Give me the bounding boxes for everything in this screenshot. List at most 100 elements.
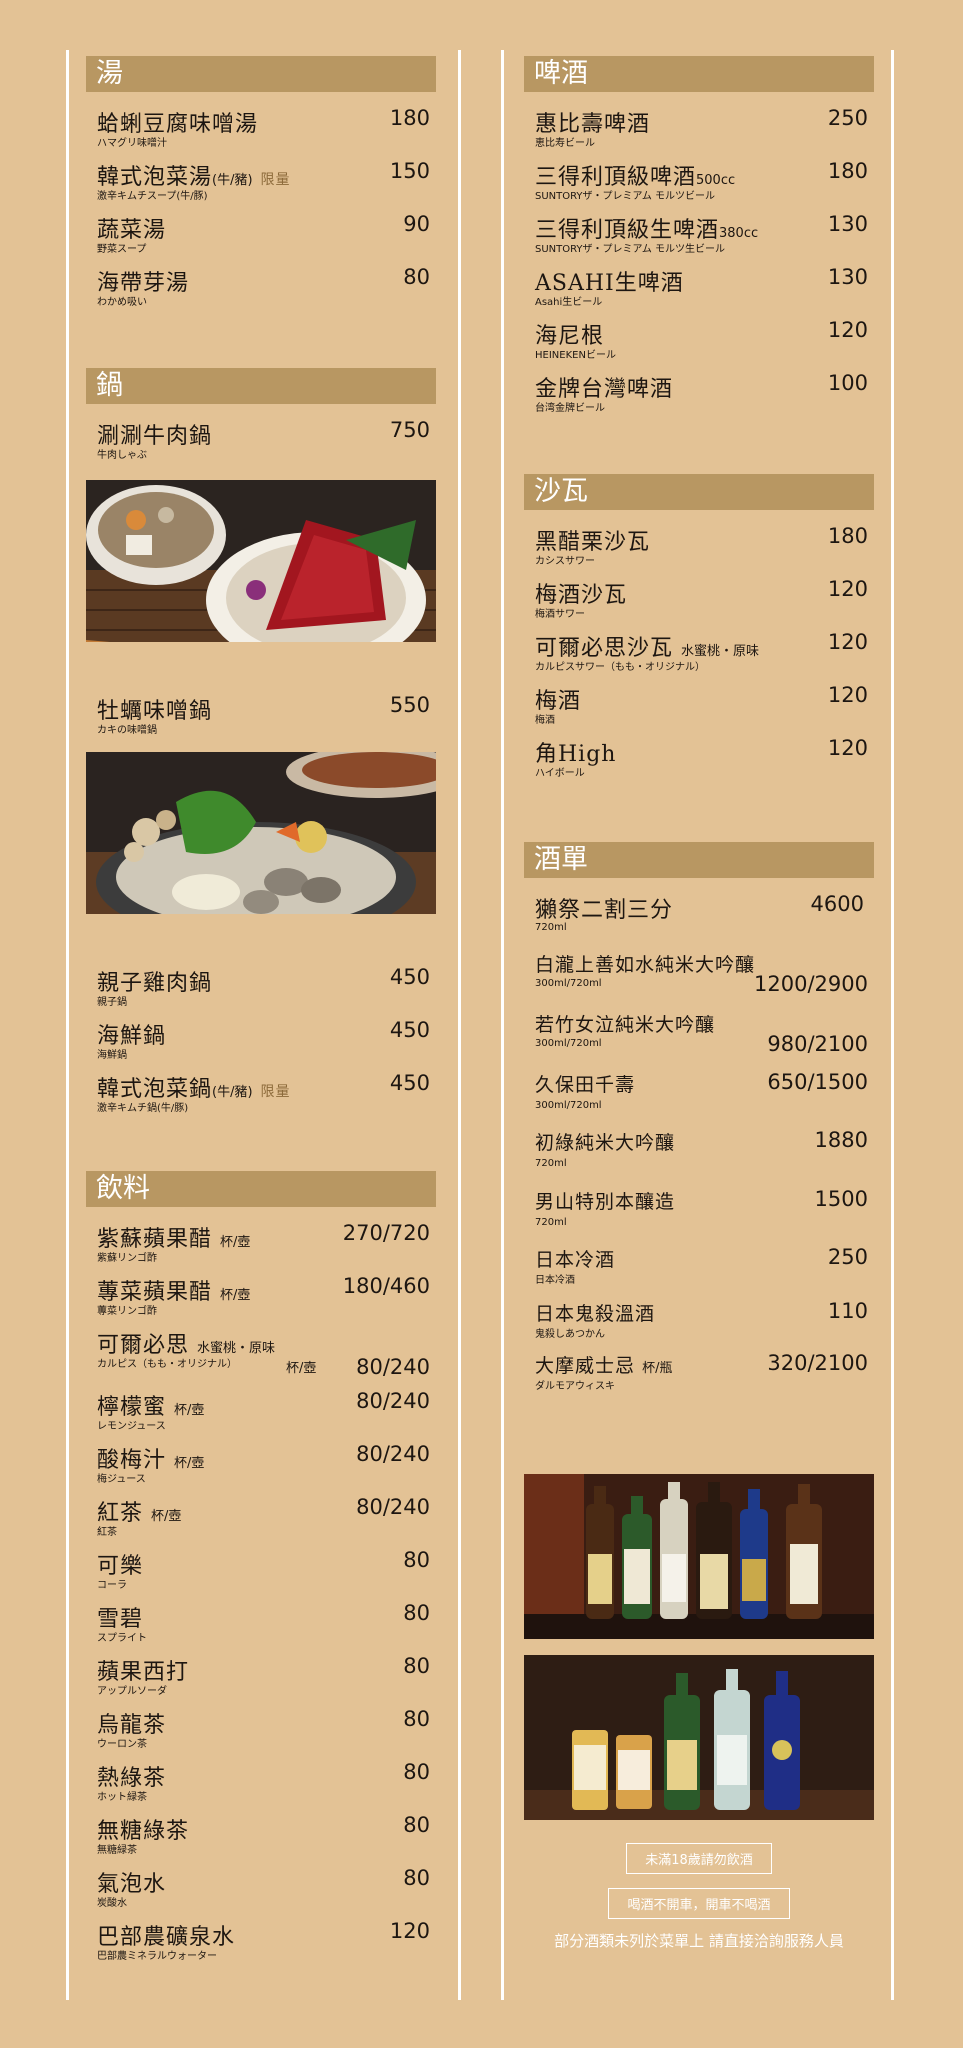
item-price: 80/240: [356, 1355, 430, 1379]
drink-drive-warning-box: 喝酒不開車，開車不喝酒: [608, 1888, 790, 1919]
item-subtitle: 720ml: [535, 1158, 567, 1169]
item-subtitle: カルピス（もも・オリジナル）: [97, 1359, 237, 1370]
menu-item: 惠比壽啤酒 恵比寿ビール 250: [524, 106, 874, 159]
menu-item: 海尼根 HEINEKENビール 120: [524, 318, 874, 371]
item-tag: 杯/瓶: [642, 1361, 673, 1376]
menu-item: 韓式泡菜鍋(牛/豬) 限量 激辛キムチ鍋(牛/豚) 450: [86, 1071, 436, 1124]
menu-item: 久保田千壽 300ml/720ml 650/1500: [524, 1070, 874, 1128]
item-tag: (牛/豬): [212, 173, 253, 188]
item-price: 980/2100: [767, 1032, 868, 1056]
item-subtitle: 720ml: [535, 922, 567, 933]
limited-tag: 限量: [260, 1084, 291, 1100]
item-subtitle: Asahi生ビール: [535, 297, 603, 308]
item-subtitle: 海鮮鍋: [97, 1050, 127, 1061]
item-price: 180: [389, 106, 430, 130]
item-subtitle: 日本冷酒: [535, 1275, 575, 1286]
item-subtitle: 恵比寿ビール: [535, 138, 595, 149]
section-soup: 湯 蛤蜊豆腐味噌湯 ハマグリ味噌汁 180 韓式泡菜湯(牛/豬) 限量 激辛キム…: [86, 56, 436, 318]
item-subtitle: カルピスサワー（もも・オリジナル）: [535, 662, 705, 673]
section-title-soup: 湯: [86, 56, 436, 92]
item-name: 日本冷酒: [535, 1249, 616, 1271]
menu-item: 日本冷酒 日本冷酒 250: [524, 1245, 874, 1299]
menu-item: 熱綠茶 ホット緑茶 80: [86, 1760, 436, 1813]
item-price: 80: [403, 265, 430, 289]
item-name: 獺祭二割三分: [535, 898, 674, 923]
menu-item: 日本鬼殺溫酒 鬼殺しあつかん 110: [524, 1299, 874, 1351]
item-subtitle: 激辛キムチスープ(牛/豚): [97, 191, 208, 202]
item-price: 80: [403, 1601, 430, 1625]
item-subtitle: ハイボール: [535, 768, 585, 779]
menu-item: 親子雞肉鍋 親子鍋 450: [86, 965, 436, 1018]
menu-item: 蔬菜湯 野菜スープ 90: [86, 212, 436, 265]
age-notice: 未滿18歲請勿飲酒: [524, 1843, 874, 1874]
section-drinks: 飲料 紫蘇蘋果醋 杯/壺 紫蘇リンゴ酢 270/720 蓴菜蘋果醋 杯/壺 蓴菜…: [86, 1171, 436, 1972]
menu-item: 酸梅汁 杯/壺 梅ジュース 80/240: [86, 1442, 436, 1495]
menu-item: 烏龍茶 ウーロン茶 80: [86, 1707, 436, 1760]
item-subtitle: 無糖緑茶: [97, 1845, 137, 1856]
menu-item: 角High ハイボール 120: [524, 736, 874, 789]
item-subtitle: 梅酒サワー: [535, 609, 585, 620]
menu-item: 海帶芽湯 わかめ吸い 80: [86, 265, 436, 318]
item-price: 450: [389, 1018, 430, 1042]
item-price: 270/720: [342, 1221, 430, 1245]
menu-item: 金牌台灣啤酒 台湾金牌ビール 100: [524, 371, 874, 424]
item-name: 男山特別本釀造: [535, 1191, 676, 1213]
item-price: 120: [827, 318, 868, 342]
beef-shabu-photo: [86, 480, 436, 642]
item-price: 120: [389, 1919, 430, 1943]
item-subtitle: わかめ吸い: [97, 297, 147, 308]
item-subtitle: 紫蘇リンゴ酢: [97, 1253, 157, 1264]
item-name: 大摩威士忌 杯/瓶: [535, 1351, 672, 1378]
item-subtitle: 300ml/720ml: [535, 978, 602, 989]
item-subtitle: 300ml/720ml: [535, 1038, 602, 1049]
drive-notice: 喝酒不開車，開車不喝酒: [524, 1888, 874, 1919]
item-subtitle: ウーロン茶: [97, 1739, 147, 1750]
item-subtitle: コーラ: [97, 1580, 127, 1591]
item-price: 1500: [814, 1187, 868, 1211]
item-name-text: 大摩威士忌: [535, 1355, 636, 1377]
item-price: 80: [403, 1866, 430, 1890]
item-tag: 水蜜桃・原味: [681, 644, 760, 659]
menu-item: 可爾必思 水蜜桃・原味 カルピス（もも・オリジナル） 杯/壺 80/240: [86, 1327, 436, 1389]
item-price: 80: [403, 1813, 430, 1837]
item-price: 80: [403, 1654, 430, 1678]
menu-item: 初綠純米大吟釀 720ml 1880: [524, 1128, 874, 1187]
menu-item: 三得利頂級啤酒500cc SUNTORYザ・プレミアム モルツビール 180: [524, 159, 874, 212]
item-tag: 杯/壺: [174, 1456, 205, 1471]
item-subtitle: SUNTORYザ・プレミアム モルツビール: [535, 191, 716, 202]
section-title-beer: 啤酒: [524, 56, 874, 92]
item-name: 久保田千壽: [535, 1074, 636, 1096]
menu-item: 白瀧上善如水純米大吟釀 300ml/720ml 1200/2900: [524, 950, 874, 1010]
item-price: 650/1500: [767, 1070, 868, 1094]
divider-line-right: [891, 50, 894, 2000]
item-price: 250: [827, 1245, 868, 1269]
item-subtitle: ダルモアウィスキ: [535, 1381, 615, 1392]
item-subtitle: 激辛キムチ鍋(牛/豚): [97, 1103, 189, 1114]
menu-item: 蓴菜蘋果醋 杯/壺 蓴菜リンゴ酢 180/460: [86, 1274, 436, 1327]
item-subtitle: カシスサワー: [535, 556, 595, 567]
item-subtitle: 鬼殺しあつかん: [535, 1329, 605, 1340]
menu-item: 紫蘇蘋果醋 杯/壺 紫蘇リンゴ酢 270/720: [86, 1221, 436, 1274]
section-title-sour: 沙瓦: [524, 474, 874, 510]
menu-item: 雪碧 スプライト 80: [86, 1601, 436, 1654]
menu-item: 涮涮牛肉鍋 牛肉しゃぶ 750: [86, 418, 436, 471]
item-subtitle: アップルソーダ: [97, 1686, 167, 1697]
item-name: 日本鬼殺溫酒: [535, 1303, 656, 1325]
section-sake: 酒單 獺祭二割三分 720ml 4600 白瀧上善如水純米大吟釀 300ml/7…: [524, 842, 874, 1404]
item-price: 120: [827, 630, 868, 654]
menu-item: 大摩威士忌 杯/瓶 ダルモアウィスキ 320/2100: [524, 1351, 874, 1404]
item-name: 若竹女泣純米大吟釀: [535, 1014, 716, 1036]
item-price: 80/240: [356, 1495, 430, 1519]
item-tag: 杯/壺: [220, 1235, 251, 1250]
menu-item: 可樂 コーラ 80: [86, 1548, 436, 1601]
section-pot-more: 親子雞肉鍋 親子鍋 450 海鮮鍋 海鮮鍋 450 韓式泡菜鍋(牛/豬) 限量 …: [86, 965, 436, 1124]
item-subtitle: 紅茶: [97, 1527, 117, 1538]
item-price: 150: [389, 159, 430, 183]
item-name: 初綠純米大吟釀: [535, 1132, 676, 1154]
item-subtitle: 梅酒: [535, 715, 555, 726]
section-beer: 啤酒 惠比壽啤酒 恵比寿ビール 250 三得利頂級啤酒500cc SUNTORY…: [524, 56, 874, 424]
menu-item: 蛤蜊豆腐味噌湯 ハマグリ味噌汁 180: [86, 106, 436, 159]
menu-item: 蘋果西打 アップルソーダ 80: [86, 1654, 436, 1707]
item-price: 80: [403, 1760, 430, 1784]
sake-bottles-photo: [524, 1474, 874, 1639]
